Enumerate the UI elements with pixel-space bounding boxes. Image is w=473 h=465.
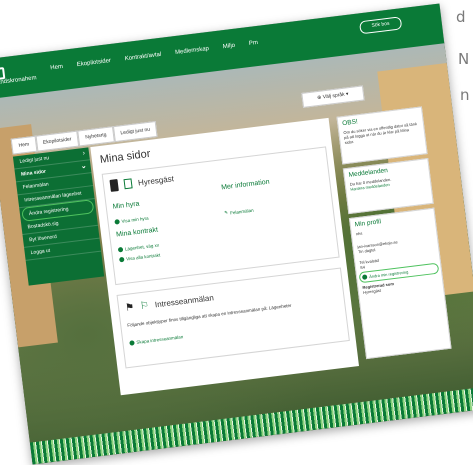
lagenhet-link[interactable]: Lägenhet, väg xx <box>117 242 160 253</box>
logo-text: Landskronahem <box>0 75 37 87</box>
arrow-icon <box>361 274 368 280</box>
arrow-icon <box>117 246 124 253</box>
link-label: Visa min hyra <box>121 215 149 224</box>
screenshot-frame: Landskronahem Hem Ekopilotsider Kontrakt… <box>0 3 473 465</box>
sidebar-item-label: Felanmälan <box>22 181 50 191</box>
flag-outline-icon: ⚐ <box>139 300 150 313</box>
mitt-kontrakt-heading: Mina kontrakt <box>115 226 159 239</box>
chevron-right-icon: › <box>82 149 86 158</box>
building-icon <box>123 178 133 190</box>
visa-min-hyra-link[interactable]: Visa min hyra <box>114 216 149 225</box>
sidebar-item-label: Logga ut <box>30 247 51 257</box>
hyresgast-title: Hyresgäst <box>137 173 175 188</box>
sidebar: Ledigt just nu › Mina sidor ⌄ Felanmälan… <box>12 147 105 286</box>
arrow-icon <box>114 219 120 225</box>
sidebar-item-label: Ledigt just nu <box>19 155 50 165</box>
intresse-card: ⚑ ⚐ Intresseanmälan Följande objekttyper… <box>116 267 350 369</box>
chevron-down-icon: ▾ <box>344 91 349 98</box>
background-text-3: n <box>460 86 470 104</box>
felanmalan-link[interactable]: ✎ Felanmälan <box>224 207 254 217</box>
nav-item-medlemskap[interactable]: Medlemskap <box>175 46 209 56</box>
min-hyra-heading: Min hyra <box>112 200 140 211</box>
intresse-title: Intresseanmälan <box>154 293 215 310</box>
flag-icon: ⚑ <box>124 301 135 315</box>
arrow-icon <box>129 340 135 346</box>
main-content: Mina sidor Hyresgäst Min hyra Mer inform… <box>90 117 360 396</box>
language-label: Välj språk <box>322 91 346 101</box>
nav-item-hem[interactable]: Hem <box>50 64 63 71</box>
background-text-1: d <box>456 8 466 26</box>
breadcrumb-item[interactable]: Hem <box>10 135 38 155</box>
skapa-intresse-link[interactable]: Skapa intresseanmälan <box>129 334 183 346</box>
arrow-icon <box>118 256 125 263</box>
sidebar-item-label: Byt lösenord <box>28 233 58 244</box>
phone-icon <box>109 179 119 192</box>
nav-item-ekopilot[interactable]: Ekopilotsider <box>77 58 112 68</box>
visa-alla-kontrakt-link[interactable]: Visa alla kontrakt <box>118 252 161 263</box>
nav-item-pm[interactable]: Pm <box>249 40 259 47</box>
search-button[interactable]: Sök bos <box>359 16 403 35</box>
link-label: Ändra min registrering <box>368 269 409 280</box>
background-text-2: N <box>458 50 470 68</box>
page-title: Mina sidor <box>99 147 152 166</box>
main-nav: Hem Ekopilotsider Kontrakt/avtal Medlems… <box>50 40 258 71</box>
hyresgast-card: Hyresgäst Min hyra Mer information Visa … <box>101 146 340 286</box>
nav-item-miljo[interactable]: Miljo <box>223 43 236 50</box>
meddelanden-card: Meddelanden Du har 0 meddelanden. Hanter… <box>342 158 434 215</box>
logo[interactable]: Landskronahem <box>0 65 37 90</box>
obs-card: OBS! Om du söker via en offentlig dator … <box>336 106 428 165</box>
wrench-icon: ✎ <box>224 209 229 216</box>
profil-card: Min profil nhs jan-ivarsson@ekojo.se Tin… <box>348 207 452 360</box>
link-label: Visa alla kontrakt <box>125 252 161 262</box>
link-label: Lägenhet, väg xx <box>124 242 160 252</box>
nav-item-kontrakt[interactable]: Kontrakt/avtal <box>125 52 162 62</box>
link-label: Felanmälan <box>229 207 254 216</box>
link-label: Skapa intresseanmälan <box>136 334 184 345</box>
sidebar-item-label: Bostadskö.sig <box>27 220 59 231</box>
sidebar-item-label: Mina sidor <box>20 168 47 178</box>
mer-information-heading: Mer information <box>220 178 270 192</box>
chevron-down-icon: ⌄ <box>80 162 88 171</box>
sidebar-item-label: Ändra registrering <box>28 206 69 218</box>
